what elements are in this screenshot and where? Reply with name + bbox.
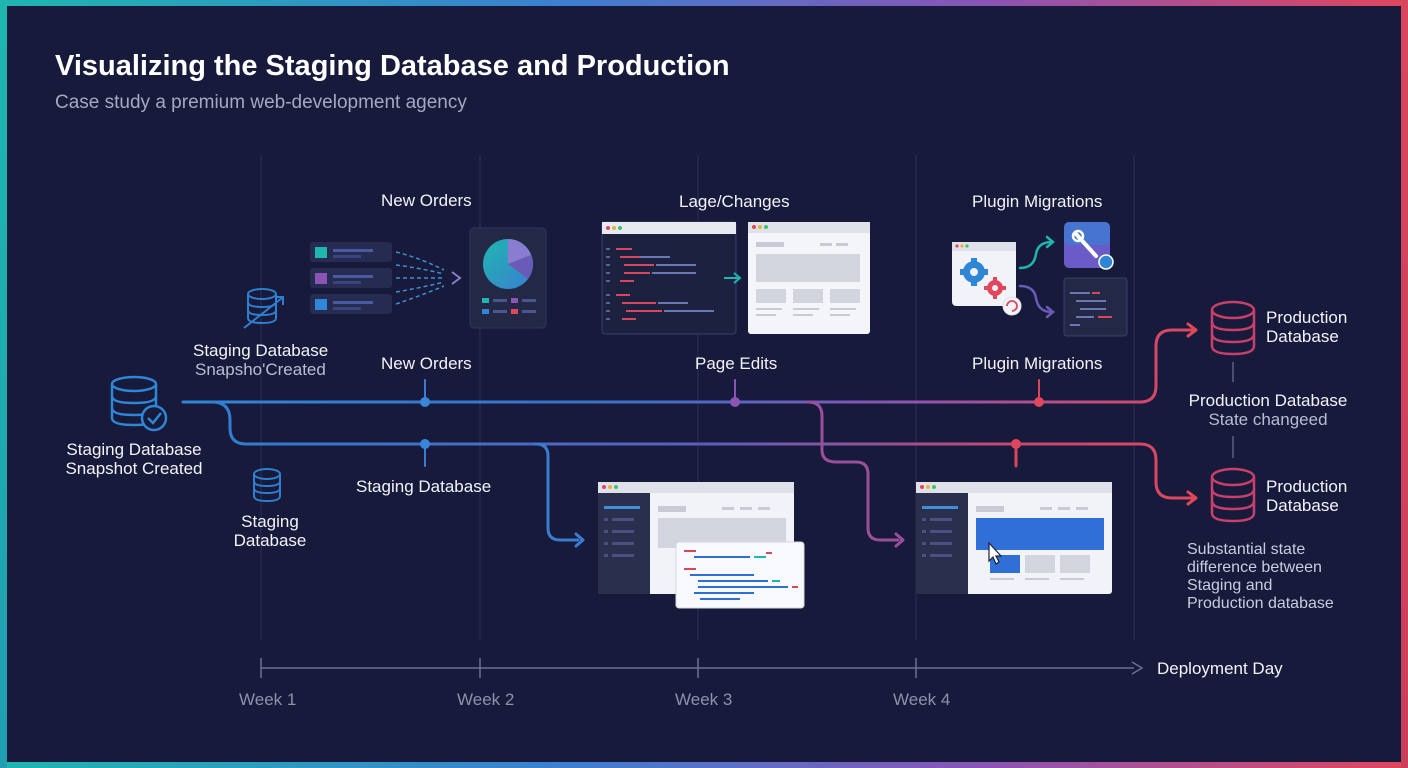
refresh-icon	[1002, 296, 1022, 316]
top-label-new-orders: New Orders	[381, 191, 472, 210]
production-database-icon	[1210, 300, 1256, 356]
snapshot-main-line1: Staging Database	[66, 440, 202, 459]
production-state-title: Production Database	[1188, 391, 1348, 410]
database-icon	[253, 468, 281, 503]
snapshot-small-subtitle: Snapsho'Created	[195, 360, 326, 379]
production-bottom-line1: Production	[1266, 477, 1348, 496]
frame-border-left	[0, 0, 7, 768]
wrench-icon	[1064, 222, 1114, 270]
line-label-new-orders: New Orders	[381, 354, 472, 373]
page-title: Visualizing the Staging Database and Pro…	[55, 50, 730, 82]
code-snippet-overlay	[675, 541, 805, 609]
frame-border-bottom	[0, 762, 1408, 768]
plugin-arrows	[1018, 235, 1055, 319]
pie-chart-icon	[469, 227, 547, 329]
code-editor-icon	[601, 221, 737, 335]
staging-label-line1: Staging	[241, 512, 299, 531]
timeline-axis	[260, 658, 1144, 678]
week-label-4: Week 4	[893, 690, 951, 709]
top-label-page-changes: Lage/Changes	[679, 192, 790, 211]
week-label-3: Week 3	[675, 690, 733, 709]
flow-nodes	[420, 397, 1044, 449]
browser-window-icon	[916, 482, 1112, 594]
week-label-1: Week 1	[239, 690, 297, 709]
snapshot-main-line2: Snapshot Created	[65, 459, 203, 478]
staging-label-line2: Database	[233, 531, 307, 550]
production-top-line2: Database	[1266, 327, 1339, 346]
code-panel-icon	[1063, 277, 1128, 337]
difference-note: Substantial state difference between Sta…	[1187, 541, 1334, 612]
order-list-illustration	[310, 242, 462, 314]
production-database-icon	[1210, 467, 1256, 523]
frame-border-right	[1401, 0, 1408, 768]
snapshot-small-title: Staging Database	[193, 341, 329, 360]
top-label-plugin-migrations: Plugin Migrations	[972, 192, 1103, 211]
line-label-staging-database: Staging Database	[356, 477, 492, 496]
production-top-line1: Production	[1266, 308, 1348, 327]
production-state-subtitle: State changeed	[1208, 410, 1328, 429]
production-bottom-line2: Database	[1266, 496, 1339, 515]
line-label-plugin-migrations: Plugin Migrations	[972, 354, 1103, 373]
frame-border-top	[0, 0, 1408, 6]
diagram-graphics	[110, 155, 1256, 678]
browser-window-icon	[748, 222, 870, 334]
database-check-icon	[110, 375, 168, 432]
week-label-2: Week 2	[457, 690, 515, 709]
page-subtitle: Case study a premium web-development age…	[55, 92, 467, 113]
line-label-page-edits: Page Edits	[695, 354, 778, 373]
deployment-day-label: Deployment Day	[1157, 659, 1283, 678]
database-sync-icon	[243, 288, 284, 329]
